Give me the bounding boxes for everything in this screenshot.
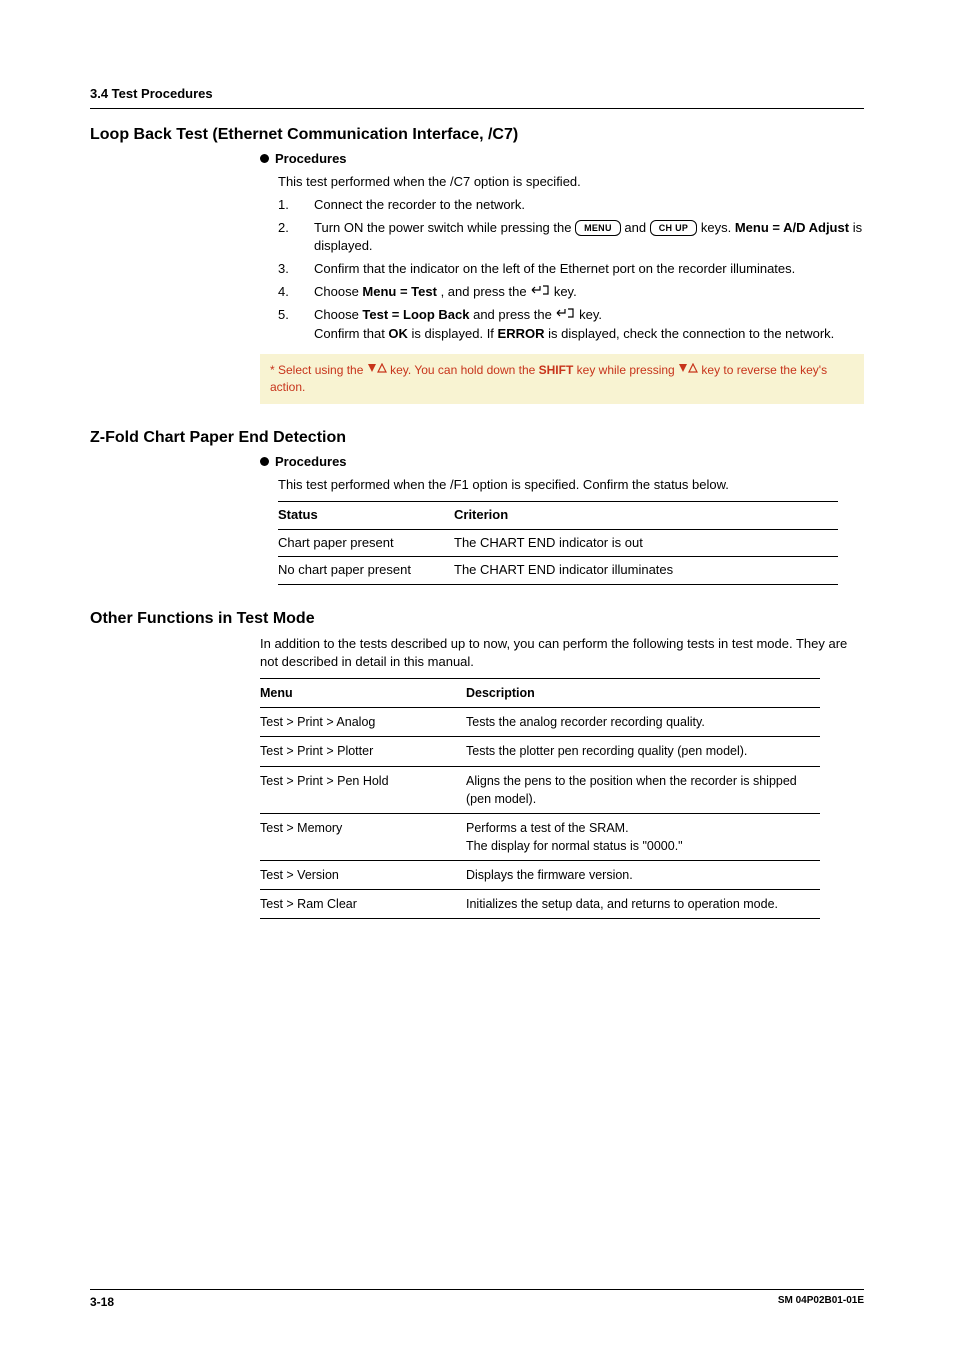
cell-menu-4: Test > Memory: [260, 813, 466, 860]
cell-criterion-1: The CHART END indicator is out: [454, 529, 838, 557]
zfold-table: Status Criterion Chart paper present The…: [278, 501, 838, 586]
other-intro: In addition to the tests described up to…: [260, 635, 864, 673]
cell-menu-1: Test > Print > Analog: [260, 708, 466, 737]
step-5-pre: Choose: [314, 307, 362, 322]
th-description: Description: [466, 679, 820, 708]
other-section: In addition to the tests described up to…: [260, 635, 864, 920]
cell-desc-4b: The display for normal status is "0000.": [466, 839, 683, 853]
other-table: Menu Description Test > Print > Analog T…: [260, 678, 820, 919]
step-3: 3. Confirm that the indicator on the lef…: [278, 260, 864, 279]
step-2-bold: Menu = A/D Adjust: [735, 220, 849, 235]
step-2-post: keys.: [701, 220, 735, 235]
step-5-line2e: is displayed, check the connection to th…: [548, 326, 834, 341]
table-row: Test > Memory Performs a test of the SRA…: [260, 813, 820, 860]
step-5-mid: and press the: [473, 307, 555, 322]
table-row: No chart paper present The CHART END ind…: [278, 557, 838, 585]
page: 3.4 Test Procedures Loop Back Test (Ethe…: [0, 0, 954, 1351]
page-number: 3-18: [90, 1294, 114, 1311]
nabla-delta-icon-2: [678, 362, 698, 379]
cell-desc-6: Initializes the setup data, and returns …: [466, 890, 820, 919]
note-box: * Select using the key. You can hold dow…: [260, 354, 864, 404]
cell-menu-3: Test > Print > Pen Hold: [260, 766, 466, 813]
cell-menu-2: Test > Print > Plotter: [260, 737, 466, 766]
enter-key-icon-2: [555, 306, 575, 325]
table-header-row: Status Criterion: [278, 501, 838, 529]
step-4: 4. Choose Menu = Test , and press the ke…: [278, 283, 864, 302]
cell-desc-4a: Performs a test of the SRAM.: [466, 821, 629, 835]
header-rule: [90, 108, 864, 109]
step-5-num: 5.: [278, 306, 289, 325]
heading-zfold: Z-Fold Chart Paper End Detection: [90, 426, 864, 449]
step-4-mid: , and press the: [441, 284, 531, 299]
cell-desc-2: Tests the plotter pen recording quality …: [466, 737, 820, 766]
zfold-section: Procedures This test performed when the …: [260, 453, 864, 585]
step-2-pre: Turn ON the power switch while pressing …: [314, 220, 575, 235]
step-3-num: 3.: [278, 260, 289, 279]
note-mid: key. You can hold down the: [390, 363, 539, 377]
step-4-num: 4.: [278, 283, 289, 302]
table-header-row: Menu Description: [260, 679, 820, 708]
procedures-text-2: Procedures: [275, 454, 347, 469]
table-row: Test > Ram Clear Initializes the setup d…: [260, 890, 820, 919]
step-1-num: 1.: [278, 196, 289, 215]
section-tag: 3.4 Test Procedures: [90, 85, 864, 104]
step-4-bold: Menu = Test: [362, 284, 437, 299]
th-criterion: Criterion: [454, 501, 838, 529]
cell-desc-1: Tests the analog recorder recording qual…: [466, 708, 820, 737]
nabla-delta-icon: [367, 362, 387, 379]
zfold-body: This test performed when the /F1 option …: [278, 476, 864, 585]
step-5-bold: Test = Loop Back: [362, 307, 469, 322]
step-2: 2. Turn ON the power switch while pressi…: [278, 219, 864, 257]
step-1: 1. Connect the recorder to the network.: [278, 196, 864, 215]
step-2-mid: and: [624, 220, 649, 235]
loopback-body: This test performed when the /C7 option …: [278, 173, 864, 344]
cell-criterion-2: The CHART END indicator illuminates: [454, 557, 838, 585]
cell-status-2: No chart paper present: [278, 557, 454, 585]
table-row: Test > Print > Plotter Tests the plotter…: [260, 737, 820, 766]
note-shift: SHIFT: [539, 363, 574, 377]
step-5-line2c: is displayed. If: [412, 326, 498, 341]
note-pre: * Select using the: [270, 363, 367, 377]
note-mid2: key while pressing: [577, 363, 678, 377]
step-4-pre: Choose: [314, 284, 362, 299]
loopback-steps: 1. Connect the recorder to the network. …: [278, 196, 864, 344]
procedures-label-2: Procedures: [260, 453, 864, 472]
step-5-error: ERROR: [498, 326, 545, 341]
step-1-text: Connect the recorder to the network.: [314, 197, 525, 212]
cell-desc-5: Displays the firmware version.: [466, 861, 820, 890]
cell-desc-3: Aligns the pens to the position when the…: [466, 766, 820, 813]
step-5-line2a: Confirm that: [314, 326, 388, 341]
enter-key-icon: [530, 283, 550, 302]
th-status: Status: [278, 501, 454, 529]
table-row: Test > Version Displays the firmware ver…: [260, 861, 820, 890]
bullet-dot-icon-2: [260, 457, 269, 466]
table-row: Chart paper present The CHART END indica…: [278, 529, 838, 557]
cell-status-1: Chart paper present: [278, 529, 454, 557]
step-5-ok: OK: [388, 326, 408, 341]
step-5-tail: key.: [579, 307, 602, 322]
step-2-num: 2.: [278, 219, 289, 238]
table-row: Test > Print > Analog Tests the analog r…: [260, 708, 820, 737]
menu-key-icon: MENU: [575, 220, 621, 236]
footer: 3-18 SM 04P02B01-01E: [90, 1289, 864, 1311]
heading-other: Other Functions in Test Mode: [90, 607, 864, 630]
cell-menu-5: Test > Version: [260, 861, 466, 890]
procedures-label-1: Procedures: [260, 150, 864, 169]
procedures-text-1: Procedures: [275, 151, 347, 166]
step-5: 5. Choose Test = Loop Back and press the…: [278, 306, 864, 344]
bullet-dot-icon: [260, 154, 269, 163]
loopback-intro: This test performed when the /C7 option …: [278, 173, 864, 192]
step-3-text: Confirm that the indicator on the left o…: [314, 261, 795, 276]
heading-loopback: Loop Back Test (Ethernet Communication I…: [90, 123, 864, 146]
loopback-section: Procedures This test performed when the …: [260, 150, 864, 404]
table-row: Test > Print > Pen Hold Aligns the pens …: [260, 766, 820, 813]
cell-desc-4: Performs a test of the SRAM. The display…: [466, 813, 820, 860]
cell-menu-6: Test > Ram Clear: [260, 890, 466, 919]
chup-key-icon: CH UP: [650, 220, 698, 236]
th-menu: Menu: [260, 679, 466, 708]
zfold-intro: This test performed when the /F1 option …: [278, 476, 864, 495]
doc-number: SM 04P02B01-01E: [778, 1294, 864, 1311]
step-4-tail: key.: [554, 284, 577, 299]
